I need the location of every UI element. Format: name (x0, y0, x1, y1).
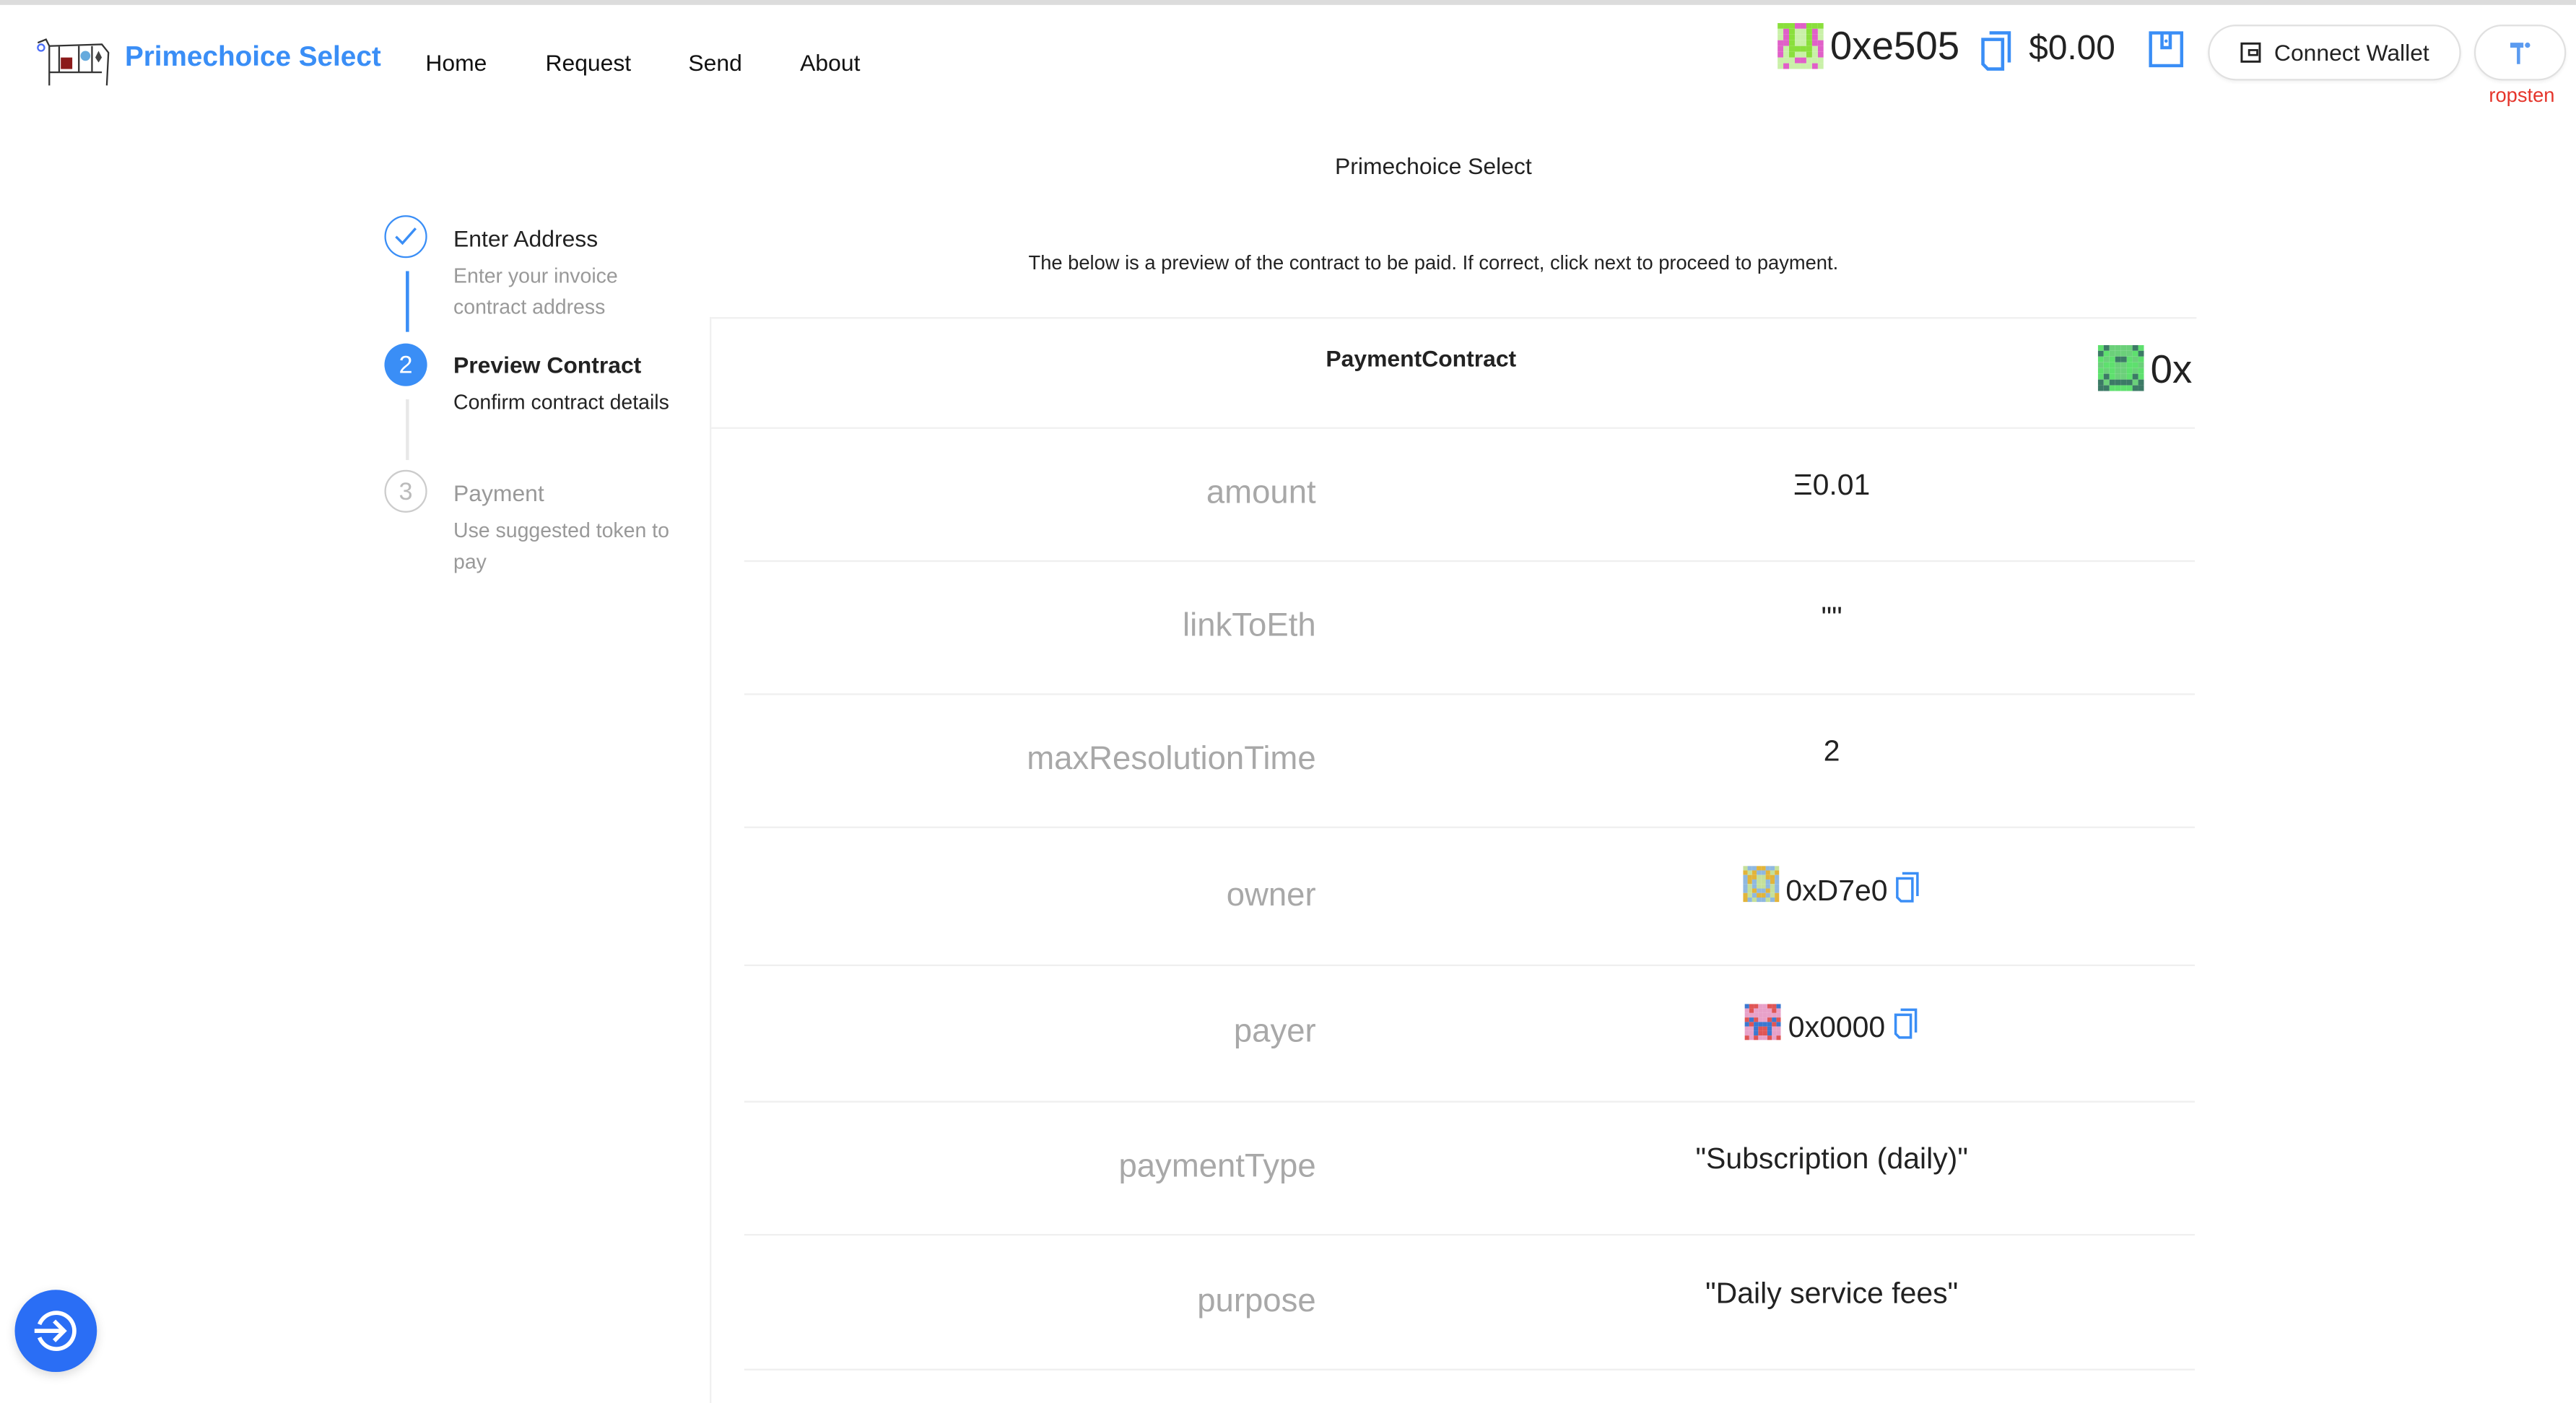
wallet-icon (2241, 42, 2262, 63)
step-3-number: 3 (399, 477, 413, 505)
nav-request[interactable]: Request (545, 49, 631, 75)
row-divider (744, 693, 2196, 695)
copy-icon[interactable] (1980, 30, 2013, 81)
row-divider (744, 1368, 2196, 1371)
contract-address: 0x (2150, 348, 2193, 393)
preview-description: The below is a preview of the contract t… (1028, 251, 1839, 275)
address-avatar (1745, 1003, 1782, 1040)
account-avatar (1777, 22, 1824, 69)
field-label-linkToEth: linkToEth (1183, 607, 1316, 644)
network-name: ropsten (2489, 84, 2555, 107)
step-connector (406, 271, 409, 332)
field-label-payer: payer (1233, 1013, 1316, 1051)
step-2-indicator: 2 (384, 343, 427, 386)
login-arrow-icon (34, 1311, 77, 1351)
field-value-payer: 0x0000 (1479, 1003, 2185, 1054)
connect-wallet-button[interactable]: Connect Wallet (2208, 25, 2461, 81)
field-label-amount: amount (1206, 474, 1316, 511)
field-value-owner: 0xD7e0 (1479, 866, 2185, 917)
step-2-description: Confirm contract details (453, 391, 669, 414)
step-3-indicator: 3 (384, 469, 427, 513)
page-title: Primechoice Select (1335, 152, 1532, 180)
address-text: 0xD7e0 (1785, 873, 1888, 906)
step-3-title: Payment (453, 479, 544, 506)
nav-home[interactable]: Home (425, 49, 487, 75)
step-2-number: 2 (399, 350, 413, 379)
step-3-description: Use suggested token to pay (453, 519, 669, 574)
copy-icon[interactable] (1892, 1007, 1918, 1048)
field-value-paymentType: "Subscription (daily)" (1695, 1142, 1968, 1175)
network-icon (2510, 42, 2531, 64)
copy-icon[interactable] (1894, 870, 1920, 911)
contract-name: PaymentContract (1326, 344, 1517, 372)
row-divider (744, 1100, 2196, 1103)
step-2-title: Preview Contract (453, 351, 642, 378)
step-connector (406, 399, 409, 461)
address-text: 0x0000 (1788, 1010, 1886, 1043)
account-address: 0xe505 (1829, 25, 1960, 69)
contract-header (710, 317, 2196, 429)
nav-send[interactable]: Send (688, 49, 741, 75)
field-value-purpose: "Daily service fees" (1705, 1275, 1959, 1309)
account-balance: $0.00 (2029, 29, 2115, 68)
field-label-maxResolutionTime: maxResolutionTime (1027, 741, 1316, 778)
contract-avatar (2097, 344, 2144, 391)
row-divider (744, 826, 2196, 828)
network-button[interactable] (2473, 25, 2567, 81)
connect-wallet-label: Connect Wallet (2273, 39, 2429, 66)
wallet-icon[interactable] (2149, 31, 2184, 75)
field-value-maxResolutionTime: 2 (1823, 734, 1840, 768)
field-label-owner: owner (1226, 876, 1316, 913)
row-divider (744, 560, 2196, 562)
field-label-paymentType: paymentType (1118, 1148, 1316, 1185)
login-button[interactable] (14, 1290, 97, 1373)
row-divider (744, 964, 2196, 966)
address-avatar (1743, 866, 1780, 903)
field-value-amount: Ξ0.01 (1793, 468, 1871, 502)
top-border (0, 0, 2576, 5)
step-1-title[interactable]: Enter Address (453, 225, 598, 251)
field-value-linkToEth: "" (1821, 601, 1842, 635)
brand-title[interactable]: Primechoice Select (125, 41, 381, 74)
row-divider (744, 1233, 2196, 1236)
nav-about[interactable]: About (800, 49, 860, 75)
brand-logo[interactable] (33, 36, 112, 97)
field-label-purpose: purpose (1197, 1282, 1316, 1319)
